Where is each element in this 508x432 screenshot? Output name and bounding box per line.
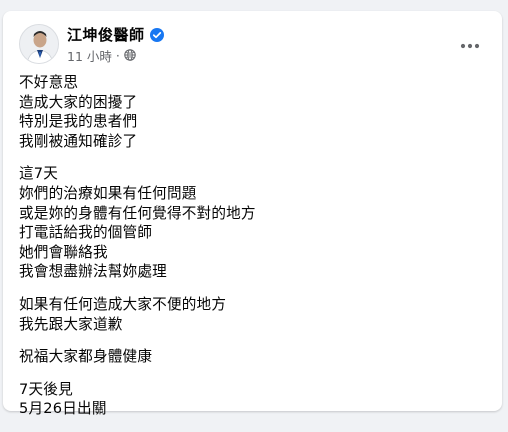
post-line: 我會想盡辦法幫妳處理: [19, 263, 167, 281]
post-line: 造成大家的困擾了: [19, 93, 138, 111]
verified-badge-icon: [149, 27, 164, 42]
post-line: 我剛被通知確診了: [19, 132, 138, 150]
post-line: 或是妳的身體有任何覺得不對的地方: [19, 204, 256, 222]
more-options-icon: [460, 43, 480, 49]
more-options-button[interactable]: [454, 30, 486, 62]
author-name[interactable]: 江坤俊醫師: [67, 24, 145, 45]
post-line: 妳們的治療如果有任何問題: [19, 184, 197, 202]
post-paragraph: 7天後見 5月26日出關: [19, 380, 490, 419]
post-line: 7天後見: [19, 380, 73, 398]
post-timestamp[interactable]: 11 小時: [67, 46, 112, 65]
post-body: 不好意思 造成大家的困擾了 特別是我的患者們 我剛被通知確診了 這7天 妳們的治…: [19, 73, 490, 432]
post-line: 這7天: [19, 165, 59, 183]
post-header: 江坤俊醫師 11 小時 ·: [19, 24, 490, 68]
post-line: 打電話給我的個管師: [19, 224, 153, 242]
avatar[interactable]: [19, 24, 59, 64]
name-row: 江坤俊醫師: [67, 24, 164, 44]
post-paragraph: 如果有任何造成大家不便的地方 我先跟大家道歉: [19, 295, 490, 334]
post-line: 5月26日出關: [19, 400, 107, 418]
post-paragraph: 祝福大家都身體健康: [19, 347, 490, 367]
post-line: 不好意思: [19, 74, 79, 91]
globe-icon[interactable]: [124, 49, 136, 61]
post-card: 江坤俊醫師 11 小時 · 不好意思 造成大家的困擾了 特別是我的患者們 我剛被…: [3, 11, 502, 417]
author-block: 江坤俊醫師 11 小時 ·: [67, 24, 164, 65]
post-line: 祝福大家都身體健康: [19, 348, 153, 366]
post-paragraph: 這7天 妳們的治療如果有任何問題 或是妳的身體有任何覺得不對的地方 打電話給我的…: [19, 164, 490, 282]
post-line: 她們會聯絡我: [19, 243, 108, 261]
avatar-image: [20, 25, 58, 63]
post-line: 我先跟大家道歉: [19, 315, 123, 333]
post-line: 如果有任何造成大家不便的地方: [19, 295, 227, 313]
post-paragraph: 不好意思 造成大家的困擾了 特別是我的患者們 我剛被通知確診了: [19, 73, 490, 151]
post-line: 特別是我的患者們: [19, 113, 138, 131]
meta-separator: ·: [115, 47, 120, 63]
post-meta: 11 小時 ·: [67, 46, 164, 65]
